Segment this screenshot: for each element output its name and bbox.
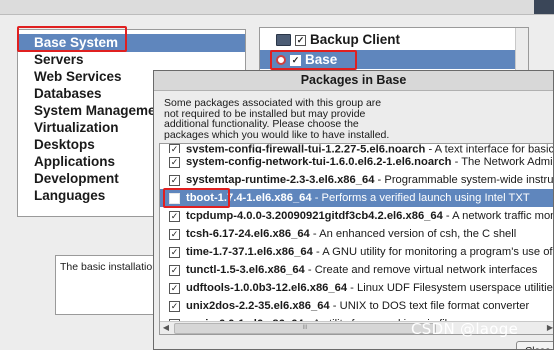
category-servers[interactable]: Servers [18, 51, 245, 69]
package-row[interactable]: ✓ udftools-1.0.0b3-12.el6.x86_64 - Linux … [160, 279, 553, 297]
package-row[interactable]: ✓ tunctl-1.5-3.el6.x86_64 - Create and re… [160, 261, 553, 279]
dialog-title: Packages in Base [154, 71, 553, 91]
group-label: Backup Client [310, 32, 401, 47]
group-backup-client[interactable]: ✓ Backup Client [260, 30, 515, 49]
package-row[interactable]: ✓ tcpdump-4.0.0-3.20090921gitdf3cb4.2.el6… [160, 207, 553, 225]
package-row[interactable]: ✓ tcsh-6.17-24.el6.x86_64 - An enhanced v… [160, 225, 553, 243]
package-row[interactable]: ✓ system-config-network-tui-1.6.0.el6.2-1… [160, 153, 553, 171]
highlight-box-category [17, 26, 127, 52]
package-checkbox[interactable]: ✓ [169, 174, 180, 186]
package-row[interactable]: ✓ unix2dos-2.2-35.el6.x86_64 - UNIX to DO… [160, 297, 553, 315]
package-row[interactable]: ✓ time-1.7-37.1.el6.x86_64 - A GNU utilit… [160, 243, 553, 261]
scroll-left-arrow-icon[interactable]: ◀ [160, 322, 172, 334]
package-checkbox[interactable]: ✓ [169, 264, 180, 276]
highlight-box-package [163, 188, 230, 208]
package-checkbox[interactable]: ✓ [169, 156, 180, 168]
window-corner [534, 0, 554, 14]
highlight-box-group [270, 50, 357, 70]
close-button[interactable]: Close [516, 341, 553, 349]
package-checkbox[interactable]: ✓ [169, 144, 180, 153]
package-checkbox[interactable]: ✓ [169, 228, 180, 240]
top-bar [0, 0, 554, 15]
scrollbar-thumb[interactable]: III [174, 323, 436, 334]
package-checkbox[interactable]: ✓ [169, 246, 180, 258]
package-group-icon [276, 34, 291, 47]
packages-dialog: Packages in Base Some packages associate… [153, 70, 554, 350]
dialog-intro: Some packages associated with this group… [164, 97, 390, 141]
package-checkbox[interactable]: ✓ [169, 300, 180, 312]
package-checkbox[interactable]: ✓ [169, 282, 180, 294]
package-list: ✓ system-config-firewall-tui-1.2.27-5.el6… [159, 143, 553, 335]
package-checkbox[interactable]: ✓ [169, 210, 180, 222]
group-checkbox[interactable]: ✓ [295, 34, 306, 46]
watermark: CSDN @laoge [411, 320, 519, 338]
package-row[interactable]: ✓ system-config-firewall-tui-1.2.27-5.el6… [160, 144, 553, 153]
scroll-right-arrow-icon[interactable]: ▶ [544, 322, 553, 334]
package-row[interactable]: ✓ systemtap-runtime-2.3-3.el6.x86_64 - Pr… [160, 171, 553, 189]
